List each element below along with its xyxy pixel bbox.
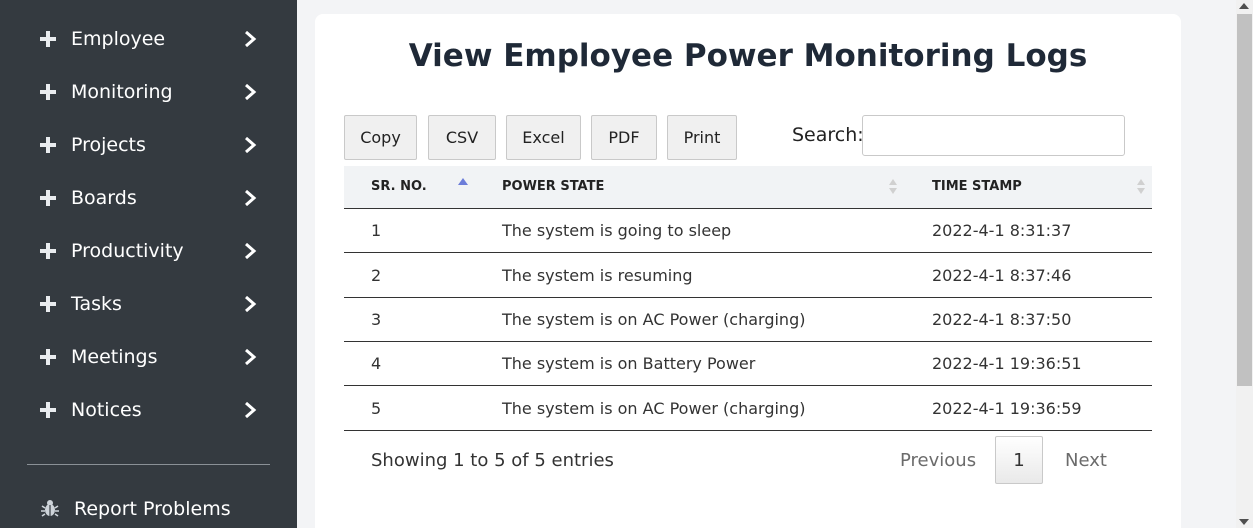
sidebar-item-meetings[interactable]: Meetings [0,330,297,383]
chevron-right-icon [245,242,257,259]
sidebar-item-label: Boards [71,186,137,209]
print-button[interactable]: Print [667,115,737,160]
sidebar-item-productivity[interactable]: Productivity [0,224,297,277]
cell-sr-no: 1 [371,221,382,240]
previous-page-button[interactable]: Previous [900,450,976,471]
cell-power-state: The system is on AC Power (charging) [502,310,806,329]
chevron-right-icon [245,136,257,153]
plus-icon [40,83,56,100]
table-row: 3 The system is on AC Power (charging) 2… [344,298,1152,342]
chevron-right-icon [245,189,257,206]
sidebar-item-tasks[interactable]: Tasks [0,277,297,330]
column-header-power-state[interactable]: POWER STATE [502,179,604,194]
page-title: View Employee Power Monitoring Logs [408,38,1088,74]
chevron-right-icon [245,401,257,418]
bug-icon [41,500,59,517]
cell-power-state: The system is on AC Power (charging) [502,399,806,418]
next-page-button[interactable]: Next [1065,450,1107,471]
sidebar-item-projects[interactable]: Projects [0,118,297,171]
sidebar-item-monitoring[interactable]: Monitoring [0,65,297,118]
sidebar-item-label: Employee [71,27,166,50]
table-row: 4 The system is on Battery Power 2022-4-… [344,342,1152,386]
cell-time-stamp: 2022-4-1 19:36:59 [932,399,1082,418]
cell-time-stamp: 2022-4-1 8:31:37 [932,221,1072,240]
plus-icon [40,189,56,206]
sort-icon [1137,179,1145,195]
cell-sr-no: 4 [371,354,382,373]
sidebar-item-label: Projects [71,133,146,156]
table-row: 5 The system is on AC Power (charging) 2… [344,387,1152,431]
sidebar-item-label: Tasks [71,292,122,315]
sidebar-item-boards[interactable]: Boards [0,171,297,224]
plus-icon [40,295,56,312]
chevron-right-icon [245,348,257,365]
cell-time-stamp: 2022-4-1 8:37:50 [932,310,1072,329]
sidebar-item-label: Productivity [71,239,184,262]
csv-button[interactable]: CSV [428,115,496,160]
search-label: Search: [792,124,864,146]
chevron-right-icon [245,83,257,100]
plus-icon [40,136,56,153]
column-header-time-stamp[interactable]: TIME STAMP [932,179,1022,194]
sort-ascending-icon [458,178,468,185]
table-header: SR. NO. POWER STATE TIME STAMP [344,166,1152,209]
sidebar: Employee Monitoring Projects Boards Prod… [0,0,297,528]
scroll-up-arrow-icon[interactable] [1239,3,1249,9]
cell-time-stamp: 2022-4-1 8:37:46 [932,266,1072,285]
table-row: 2 The system is resuming 2022-4-1 8:37:4… [344,254,1152,298]
plus-icon [40,348,56,365]
report-problems-label: Report Problems [74,498,231,520]
cell-sr-no: 3 [371,310,382,329]
chevron-right-icon [245,295,257,312]
cell-power-state: The system is resuming [502,266,693,285]
chevron-right-icon [245,30,257,47]
page-1-button[interactable]: 1 [995,436,1043,484]
sidebar-item-label: Meetings [71,345,158,368]
cell-sr-no: 5 [371,399,382,418]
search-input[interactable] [862,115,1125,156]
pdf-button[interactable]: PDF [591,115,657,160]
cell-power-state: The system is on Battery Power [502,354,756,373]
sidebar-divider [27,464,270,465]
scrollbar-thumb[interactable] [1237,14,1252,386]
table-info: Showing 1 to 5 of 5 entries [371,450,614,471]
sidebar-item-notices[interactable]: Notices [0,383,297,436]
sidebar-item-employee[interactable]: Employee [0,12,297,65]
excel-button[interactable]: Excel [506,115,581,160]
report-problems-link[interactable]: Report Problems [0,490,297,528]
table-row: 1 The system is going to sleep 2022-4-1 … [344,209,1152,253]
column-header-sr-no[interactable]: SR. NO. [371,179,427,194]
sidebar-item-label: Notices [71,398,142,421]
sort-icon [889,179,897,195]
copy-button[interactable]: Copy [344,115,417,160]
cell-power-state: The system is going to sleep [502,221,732,240]
scroll-down-arrow-icon[interactable] [1239,519,1249,525]
cell-sr-no: 2 [371,266,382,285]
plus-icon [40,242,56,259]
sidebar-item-label: Monitoring [71,80,173,103]
cell-time-stamp: 2022-4-1 19:36:51 [932,354,1082,373]
plus-icon [40,401,56,418]
plus-icon [40,30,56,47]
